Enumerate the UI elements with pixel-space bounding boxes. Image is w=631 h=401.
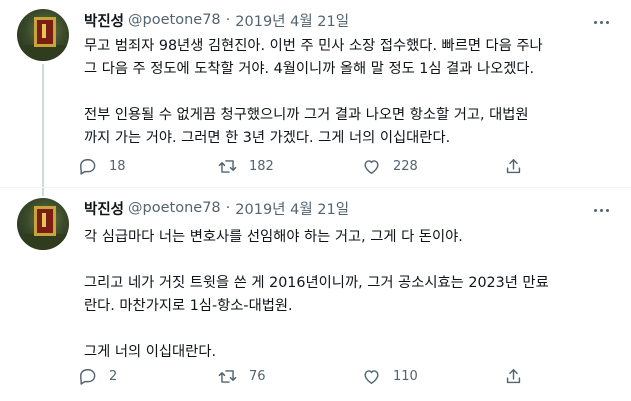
tweet-actions: 18 182 228 [78, 154, 538, 178]
retweet-icon [218, 369, 237, 383]
tweet-date[interactable]: 2019년 4월 21일 [235, 10, 349, 31]
share-icon [506, 368, 521, 383]
avatar-frame [34, 17, 56, 47]
retweet-count: 182 [249, 158, 274, 174]
avatar[interactable] [17, 9, 69, 61]
heart-icon [364, 159, 379, 174]
reply-button[interactable]: 2 [78, 364, 117, 388]
reply-button[interactable]: 18 [78, 154, 126, 178]
like-count: 228 [393, 158, 418, 174]
reply-count: 18 [109, 158, 126, 174]
share-icon [506, 158, 521, 173]
avatar-ground [17, 234, 69, 250]
share-button[interactable] [504, 364, 523, 388]
retweet-button[interactable]: 182 [218, 154, 274, 178]
retweet-icon [218, 159, 237, 173]
heart-icon [364, 369, 379, 384]
author-handle[interactable]: @poetone78 [128, 12, 221, 28]
reply-icon [80, 158, 96, 175]
share-button[interactable] [504, 154, 523, 178]
like-button[interactable]: 110 [362, 364, 418, 388]
separator-dot: · [225, 12, 231, 28]
tweet[interactable]: 박진성 @poetone78 · 2019년 4월 21일 무고 범죄자 98년… [0, 0, 631, 188]
tweet-text: 무고 범죄자 98년생 김현진아. 이번 주 민사 소장 접수했다. 빠르면 다… [84, 38, 543, 146]
retweet-button[interactable]: 76 [218, 364, 266, 388]
author-name[interactable]: 박진성 [84, 10, 124, 31]
more-icon[interactable] [591, 12, 611, 32]
tweet-header: 박진성 @poetone78 · 2019년 4월 21일 [84, 10, 349, 30]
tweet-date[interactable]: 2019년 4월 21일 [235, 198, 349, 219]
like-button[interactable]: 228 [362, 154, 418, 178]
tweet-actions: 2 76 110 [78, 364, 538, 388]
reply-icon [80, 368, 96, 385]
like-count: 110 [393, 368, 418, 384]
author-name[interactable]: 박진성 [84, 198, 124, 219]
avatar[interactable] [17, 198, 69, 250]
avatar-ground [17, 45, 69, 61]
reply-count: 2 [109, 368, 118, 384]
separator-dot: · [225, 200, 231, 216]
author-handle[interactable]: @poetone78 [128, 200, 221, 216]
tweet-header: 박진성 @poetone78 · 2019년 4월 21일 [84, 198, 349, 218]
retweet-count: 76 [249, 368, 266, 384]
avatar-frame [34, 206, 56, 236]
tweet-text: 각 심급마다 너는 변호사를 선임해야 하는 거고, 그게 다 돈이야. 그리고… [84, 229, 549, 360]
more-icon[interactable] [591, 200, 611, 220]
